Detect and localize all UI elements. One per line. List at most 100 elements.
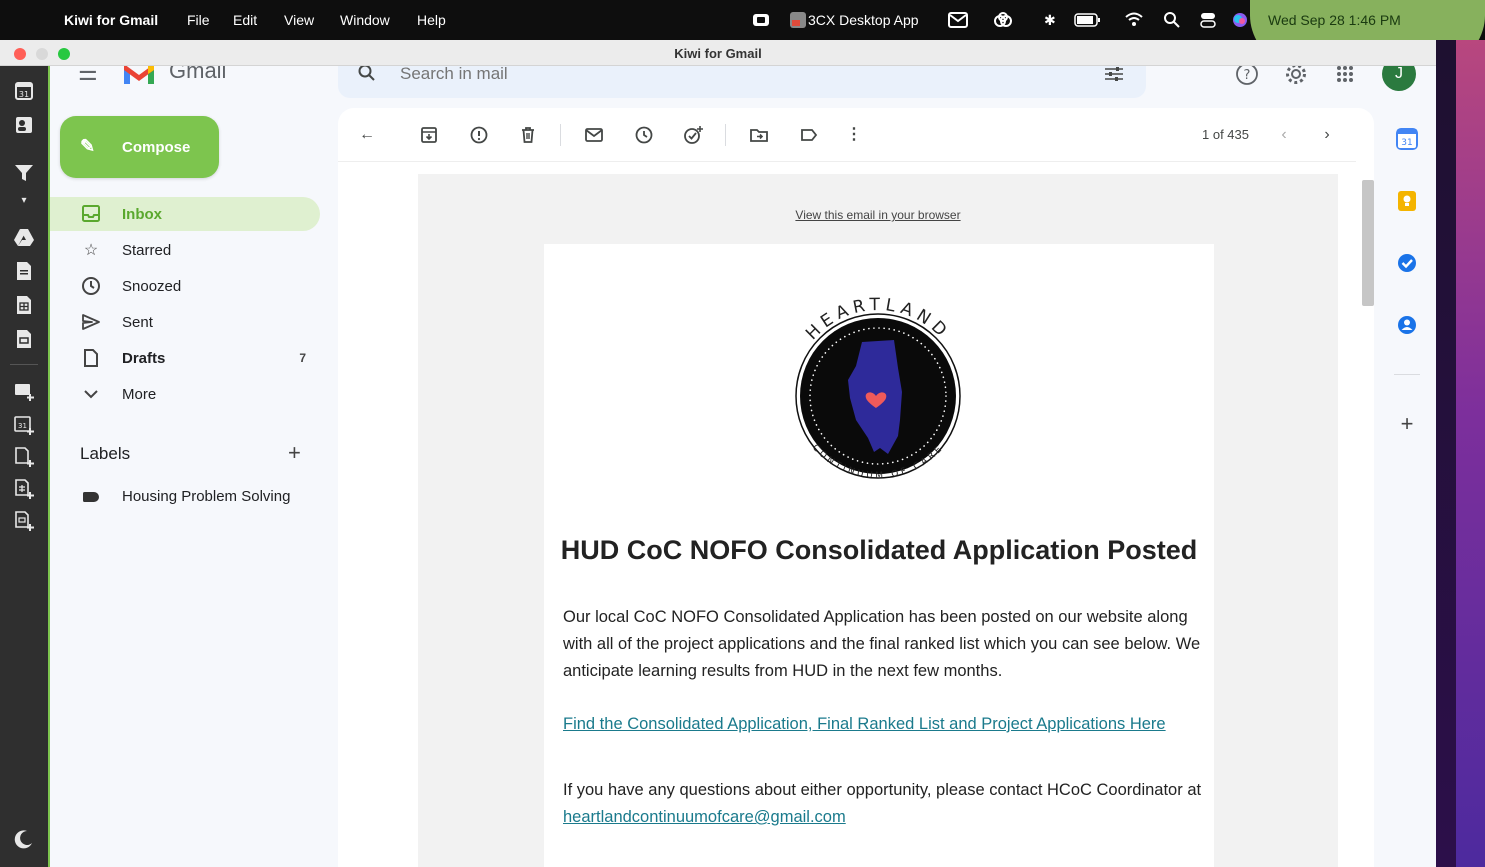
- status-app-label[interactable]: 3CX Desktop App: [808, 11, 919, 29]
- menu-window[interactable]: Window: [340, 11, 390, 29]
- google-docs-icon[interactable]: [13, 260, 35, 282]
- email-body-background: View this email in your browser HEARTLAN…: [418, 174, 1338, 867]
- google-calendar-icon[interactable]: 31: [1396, 128, 1418, 150]
- spotlight-icon[interactable]: [1164, 12, 1180, 28]
- wifi-icon[interactable]: [1124, 11, 1144, 27]
- nav-item-starred[interactable]: ☆ Starred: [50, 233, 320, 267]
- label-icon[interactable]: [798, 124, 820, 146]
- svg-text:?: ?: [1244, 68, 1251, 83]
- newer-chevron-left-icon[interactable]: ‹: [1273, 124, 1295, 146]
- kiwi-sidebar: 31 ▾ 31: [0, 66, 50, 867]
- inbox-icon: [82, 205, 100, 222]
- side-panel-addons: 31 +: [1386, 108, 1426, 508]
- get-addons-plus-icon[interactable]: +: [1396, 413, 1418, 435]
- email-body-text: Our local CoC NOFO Consolidated Applicat…: [563, 608, 1201, 680]
- new-slide-icon[interactable]: [13, 510, 35, 532]
- control-center-icon[interactable]: [1200, 11, 1216, 29]
- menu-app-name[interactable]: Kiwi for Gmail: [64, 11, 158, 29]
- desktop-background: [1436, 40, 1485, 867]
- star-icon: ☆: [83, 242, 99, 259]
- creative-cloud-icon[interactable]: [993, 11, 1013, 29]
- add-to-tasks-icon[interactable]: [682, 124, 704, 146]
- label-item-housing[interactable]: Housing Problem Solving: [122, 488, 290, 505]
- svg-text:31: 31: [19, 90, 29, 99]
- new-email-icon[interactable]: [13, 380, 35, 402]
- nav-label-sent: Sent: [122, 314, 153, 331]
- new-doc-icon[interactable]: [13, 446, 35, 468]
- search-options-icon[interactable]: [1104, 66, 1124, 82]
- nav-label-starred: Starred: [122, 242, 172, 259]
- menu-edit[interactable]: Edit: [233, 11, 257, 29]
- labels-header: Labels: [80, 444, 131, 463]
- google-tasks-icon[interactable]: [1396, 252, 1418, 274]
- filter-icon[interactable]: [13, 162, 35, 184]
- nav-item-snoozed[interactable]: Snoozed: [50, 269, 320, 303]
- account-avatar[interactable]: J: [1382, 66, 1416, 91]
- pencil-icon: ✎: [80, 136, 96, 156]
- main-menu-icon[interactable]: ☰: [78, 66, 98, 86]
- clock-icon: [82, 277, 100, 295]
- menubar-clock[interactable]: Wed Sep 28 1:46 PM: [1268, 11, 1401, 29]
- contact-paragraph: If you have any questions about either o…: [563, 777, 1203, 831]
- mail-status-icon[interactable]: [948, 12, 968, 28]
- camera-icon[interactable]: [752, 12, 770, 28]
- pagination-count: 1 of 435: [1202, 127, 1249, 142]
- google-keep-icon[interactable]: [1396, 190, 1418, 212]
- macos-menubar: Kiwi for Gmail File Edit View Window Hel…: [0, 0, 1485, 92]
- more-options-icon[interactable]: ⋮: [843, 124, 865, 146]
- menu-view[interactable]: View: [284, 11, 314, 29]
- label-tag-icon: [83, 492, 99, 502]
- nav-item-drafts[interactable]: Drafts 7: [50, 341, 320, 375]
- gmail-app: ☰ Gmail ? J ✎ Compose Inbox ☆ Starred Sn…: [50, 66, 1436, 867]
- battery-icon[interactable]: [1074, 12, 1102, 28]
- nav-item-sent[interactable]: Sent: [50, 305, 320, 339]
- add-label-icon[interactable]: +: [288, 440, 301, 466]
- archive-icon[interactable]: [418, 124, 440, 146]
- nav-item-more[interactable]: More: [50, 377, 320, 411]
- compose-button[interactable]: ✎ Compose: [60, 116, 219, 178]
- compose-label: Compose: [122, 139, 191, 156]
- dark-mode-moon-icon[interactable]: [13, 828, 35, 850]
- search-icon[interactable]: [358, 66, 376, 82]
- drafts-count: 7: [299, 351, 306, 365]
- google-drive-icon[interactable]: [13, 226, 35, 248]
- window-titlebar: Kiwi for Gmail: [0, 40, 1436, 66]
- nav-label-drafts: Drafts: [122, 350, 166, 367]
- siri-icon[interactable]: [1232, 12, 1248, 28]
- snooze-clock-icon[interactable]: [633, 124, 655, 146]
- google-slides-icon[interactable]: [13, 328, 35, 350]
- older-chevron-right-icon[interactable]: ›: [1316, 124, 1338, 146]
- settings-gear-icon[interactable]: [1284, 66, 1308, 86]
- menu-file[interactable]: File: [187, 11, 210, 29]
- gmail-logo-text: Gmail: [169, 66, 227, 83]
- contacts-icon[interactable]: [13, 114, 35, 136]
- contact-email-link[interactable]: heartlandcontinuumofcare@gmail.com: [563, 808, 846, 826]
- back-arrow-icon[interactable]: ←: [356, 124, 378, 146]
- dropdown-arrow-icon[interactable]: ▾: [13, 190, 35, 212]
- menu-help[interactable]: Help: [417, 11, 446, 29]
- apps-grid-icon[interactable]: [1333, 66, 1357, 86]
- new-event-icon[interactable]: 31: [13, 414, 35, 436]
- svg-text:31: 31: [18, 422, 27, 430]
- trash-icon[interactable]: [517, 124, 539, 146]
- new-sheet-icon[interactable]: [13, 478, 35, 500]
- application-link[interactable]: Find the Consolidated Application, Final…: [563, 711, 1203, 738]
- search-input[interactable]: [400, 66, 1000, 84]
- search-bar: [338, 66, 1146, 98]
- window-title: Kiwi for Gmail: [674, 46, 762, 61]
- contact-prefix-text: If you have any questions about either o…: [563, 781, 1202, 799]
- report-spam-icon[interactable]: [468, 124, 490, 146]
- 3cx-app-icon[interactable]: [790, 12, 806, 28]
- chevron-down-icon: [84, 390, 98, 399]
- bluetooth-icon[interactable]: ✱: [1044, 11, 1056, 29]
- scrollbar-thumb[interactable]: [1362, 180, 1374, 306]
- nav-item-inbox[interactable]: Inbox: [50, 197, 320, 231]
- nav-label-snoozed: Snoozed: [122, 278, 182, 295]
- move-to-icon[interactable]: [748, 124, 770, 146]
- google-contacts-icon[interactable]: [1396, 314, 1418, 336]
- calendar-icon[interactable]: 31: [13, 80, 35, 102]
- mark-unread-icon[interactable]: [583, 124, 605, 146]
- google-sheets-icon[interactable]: [13, 294, 35, 316]
- view-in-browser-link[interactable]: View this email in your browser: [418, 208, 1338, 222]
- help-icon[interactable]: ?: [1235, 66, 1259, 86]
